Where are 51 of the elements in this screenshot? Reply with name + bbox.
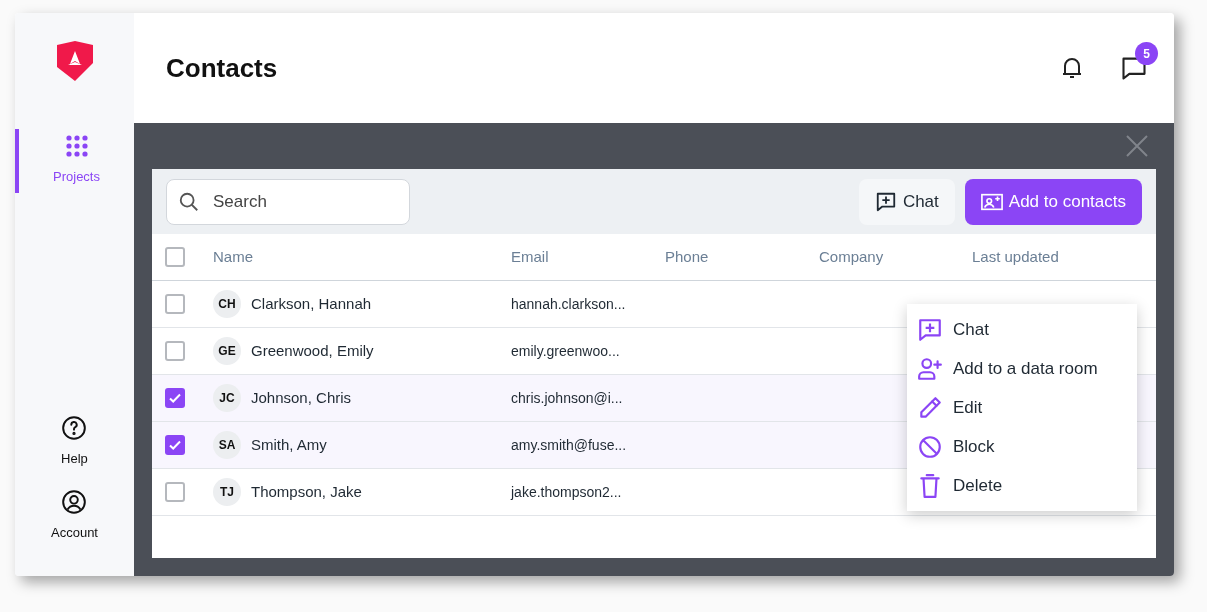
- table-cell-text: Greenwood, Emily: [251, 340, 374, 361]
- checkbox[interactable]: [165, 341, 185, 361]
- checkbox[interactable]: [165, 482, 185, 502]
- avatar: SA: [213, 431, 241, 459]
- account-icon: [61, 488, 88, 515]
- table-cell-text: Smith, Amy: [251, 434, 327, 455]
- checkbox[interactable]: [165, 388, 185, 408]
- close-icon[interactable]: [1126, 135, 1148, 157]
- contact-card-icon: [980, 191, 1003, 212]
- column-header[interactable]: Email: [511, 245, 665, 269]
- user-plus-icon: [917, 355, 943, 382]
- bell-icon[interactable]: [1060, 55, 1084, 81]
- trash-icon: [917, 472, 943, 499]
- add-contacts-button[interactable]: Add to contacts: [964, 178, 1142, 225]
- chat-plus-icon: [917, 316, 943, 343]
- grid-icon: [65, 135, 88, 158]
- table-cell-text: Thompson, Jake: [251, 481, 362, 502]
- column-header[interactable]: Phone: [665, 245, 819, 269]
- check-icon: [168, 438, 182, 452]
- table-cell-text: hannah.clarkson...: [511, 294, 627, 314]
- notification-badge: 5: [1135, 42, 1158, 65]
- avatar: CH: [213, 290, 241, 318]
- pencil-icon: [917, 394, 943, 421]
- checkbox[interactable]: [165, 294, 185, 314]
- avatar: TJ: [213, 478, 241, 506]
- table-cell-text: Johnson, Chris: [251, 387, 352, 408]
- table-cell-text: chris.johnson@i...: [511, 388, 624, 408]
- table-cell-text: Clarkson, Hannah: [251, 293, 372, 314]
- page-title: Contacts: [166, 51, 278, 85]
- column-header[interactable]: Name: [213, 245, 511, 269]
- check-icon: [168, 391, 182, 405]
- checkbox[interactable]: [165, 247, 185, 267]
- search-icon: [178, 190, 200, 213]
- avatar: JC: [213, 384, 241, 412]
- table-cell-text: jake.thompson2...: [511, 482, 623, 502]
- column-header[interactable]: Company: [819, 245, 972, 269]
- help-icon: [61, 415, 88, 441]
- column-header[interactable]: Last updated: [972, 245, 1156, 269]
- sidebar-item[interactable]: Account: [51, 488, 98, 542]
- block-icon: [917, 433, 943, 460]
- menu-item[interactable]: Block: [907, 427, 1137, 466]
- checkbox[interactable]: [165, 435, 185, 455]
- search-field[interactable]: Search: [166, 178, 410, 225]
- shield-logo: [55, 41, 94, 81]
- chat-plus-icon: [874, 190, 897, 213]
- chat-button[interactable]: Chat: [858, 178, 955, 225]
- menu-item[interactable]: Delete: [907, 466, 1137, 505]
- avatar: GE: [213, 337, 241, 365]
- sidebar-item[interactable]: Help: [51, 415, 98, 469]
- table-cell-text: emily.greenwoo...: [511, 341, 621, 361]
- table-cell-text: amy.smith@fuse...: [511, 435, 628, 455]
